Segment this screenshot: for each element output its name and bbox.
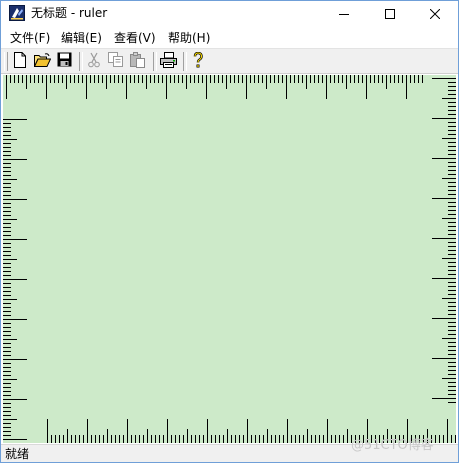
status-text: 就绪: [5, 447, 30, 461]
help-button[interactable]: [189, 51, 207, 71]
close-icon: [430, 9, 440, 19]
menu-bar: 文件(F) 编辑(E) 查看(V) 帮助(H): [1, 28, 458, 47]
cut-button[interactable]: [85, 52, 103, 70]
copy-icon: [108, 52, 124, 70]
cut-icon: [87, 52, 101, 71]
client-area[interactable]: [2, 74, 458, 444]
copy-button[interactable]: [107, 52, 125, 70]
new-file-icon: [13, 51, 27, 71]
window-title: 无标题 - ruler: [31, 6, 108, 20]
menu-view[interactable]: 查看(V): [112, 30, 158, 46]
help-icon: [193, 51, 203, 71]
maximize-button[interactable]: [367, 1, 413, 27]
new-button[interactable]: [11, 51, 29, 71]
close-button[interactable]: [412, 1, 458, 27]
toolbar-separator: [153, 52, 157, 71]
toolbar-grip[interactable]: [4, 52, 8, 71]
maximize-icon: [385, 9, 395, 19]
menu-edit[interactable]: 编辑(E): [59, 30, 104, 46]
print-icon: [159, 51, 177, 71]
open-folder-icon: [33, 52, 51, 70]
paste-button[interactable]: [129, 51, 147, 71]
paste-icon: [130, 51, 146, 71]
menu-help[interactable]: 帮助(H): [166, 30, 212, 46]
watermark: @51CTO博客: [351, 438, 434, 453]
ruler-canvas: [3, 75, 456, 443]
save-disk-icon: [57, 52, 72, 70]
title-bar[interactable]: 无标题 - ruler: [1, 1, 458, 27]
toolbar: [1, 48, 458, 74]
app-ruler-icon[interactable]: [9, 5, 25, 21]
save-button[interactable]: [55, 52, 73, 70]
app-window: 无标题 - ruler 文件(F) 编辑(E) 查看(V) 帮助(H) 就绪 @…: [0, 0, 459, 463]
toolbar-separator: [183, 52, 187, 71]
menu-file[interactable]: 文件(F): [8, 30, 52, 46]
toolbar-separator: [79, 52, 83, 71]
canvas-background: [3, 75, 456, 443]
open-button[interactable]: [33, 52, 51, 70]
minimize-icon: [339, 9, 349, 19]
minimize-button[interactable]: [321, 1, 367, 27]
print-button[interactable]: [159, 51, 177, 71]
